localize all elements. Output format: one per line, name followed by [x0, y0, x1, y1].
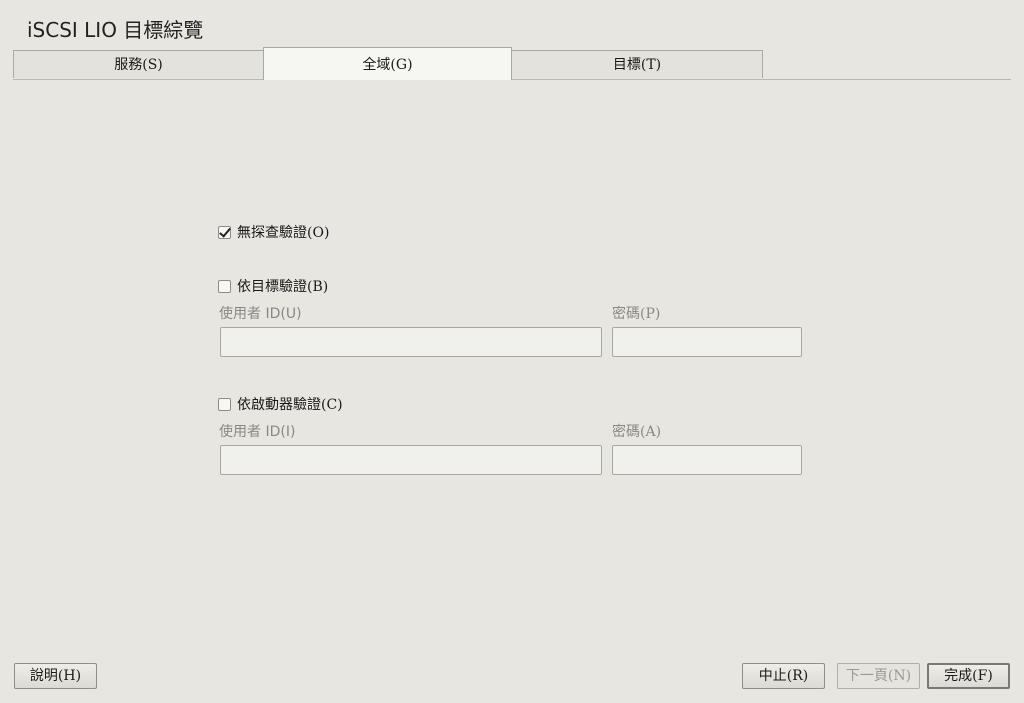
auth-by-targets-checkbox[interactable]	[218, 279, 231, 293]
initiators-password-input[interactable]	[612, 445, 802, 475]
tab-targets[interactable]: 目標(T)	[511, 50, 763, 78]
auth-by-initiators-label: 依啟動器驗證(C)	[237, 397, 343, 413]
no-discovery-auth-label: 無探查驗證(O)	[237, 225, 330, 241]
auth-by-targets-row[interactable]: 依目標驗證(B)	[218, 276, 328, 296]
tab-services[interactable]: 服務(S)	[13, 50, 264, 78]
initiators-password-label: 密碼(A)	[612, 424, 662, 440]
finish-button[interactable]: 完成(F)	[927, 663, 1010, 689]
initiators-user-id-input[interactable]	[220, 445, 602, 475]
initiators-user-id-label: 使用者 ID(I)	[219, 424, 296, 440]
abort-button[interactable]: 中止(R)	[742, 663, 825, 689]
tab-global[interactable]: 全域(G)	[263, 47, 512, 80]
no-discovery-auth-row[interactable]: 無探查驗證(O)	[218, 222, 329, 242]
no-discovery-auth-checkbox[interactable]	[218, 225, 231, 239]
help-button[interactable]: 說明(H)	[14, 663, 97, 689]
targets-password-input[interactable]	[612, 327, 802, 357]
targets-user-id-input[interactable]	[220, 327, 602, 357]
targets-user-id-label: 使用者 ID(U)	[219, 306, 302, 322]
auth-by-targets-label: 依目標驗證(B)	[237, 279, 329, 295]
auth-by-initiators-row[interactable]: 依啟動器驗證(C)	[218, 394, 343, 414]
tab-bar-divider	[13, 79, 1011, 80]
auth-by-initiators-checkbox[interactable]	[218, 397, 231, 411]
next-button[interactable]: 下一頁(N)	[837, 663, 920, 689]
targets-password-label: 密碼(P)	[612, 306, 661, 322]
window-title: iSCSI LIO 目標綜覽	[27, 18, 204, 42]
